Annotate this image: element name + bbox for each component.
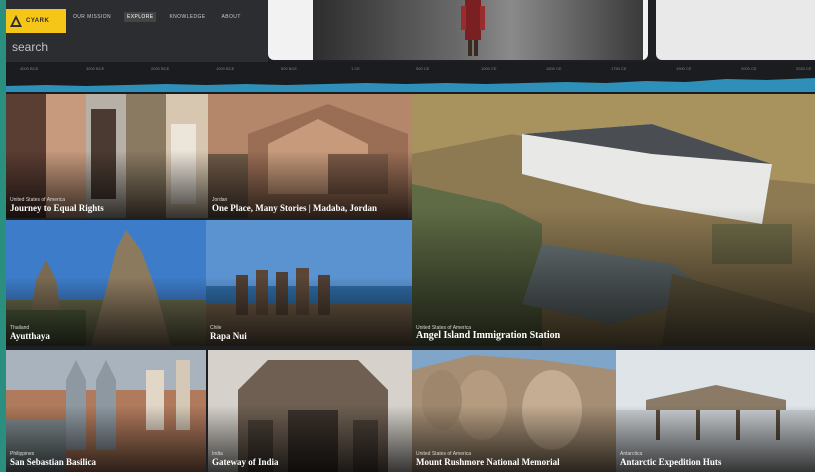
nav-explore[interactable]: EXPLORE xyxy=(124,12,157,22)
timeline-waveform[interactable] xyxy=(6,76,815,92)
site-tile-journey-to-equal-rights[interactable]: United States of America Journey to Equa… xyxy=(6,94,208,218)
timeline[interactable]: 4000 BCE 3000 BCE 2000 BCE 1000 BCE 500 … xyxy=(6,62,815,94)
site-title: Antarctic Expedition Huts xyxy=(620,457,722,467)
site-tile-mount-rushmore[interactable]: United States of America Mount Rushmore … xyxy=(412,350,616,472)
secondary-card[interactable] xyxy=(656,0,815,60)
site-tile-antarctic-huts[interactable]: Antarctica Antarctic Expedition Huts xyxy=(616,350,815,472)
search-input[interactable]: search xyxy=(12,40,48,54)
tile-meta: United States of America Mount Rushmore … xyxy=(416,451,612,467)
tile-meta: Chile Rapa Nui xyxy=(210,325,408,341)
video-thumbnail[interactable] xyxy=(313,0,643,60)
site-tile-ayutthaya[interactable]: Thailand Ayutthaya xyxy=(6,220,206,346)
site-grid: United States of America Journey to Equa… xyxy=(6,94,815,472)
timeline-label: 1900 CE xyxy=(676,66,692,71)
tile-meta: Thailand Ayutthaya xyxy=(10,325,202,341)
timeline-label: 500 BCE xyxy=(281,66,298,71)
site-title: Rapa Nui xyxy=(210,331,247,341)
timeline-label: 1000 BCE xyxy=(216,66,235,71)
timeline-label: 2000 BCE xyxy=(151,66,170,71)
tile-meta: United States of America Journey to Equa… xyxy=(10,197,204,213)
nav-our-mission[interactable]: OUR MISSION xyxy=(70,12,114,22)
site-tile-rapa-nui[interactable]: Chile Rapa Nui xyxy=(206,220,412,346)
tile-meta: United States of America Angel Island Im… xyxy=(416,325,811,341)
cyark-logo[interactable]: CYARK xyxy=(6,9,66,33)
tile-meta: India Gateway of India xyxy=(212,451,408,467)
site-title: Journey to Equal Rights xyxy=(10,203,104,213)
timeline-label: 2020 CE xyxy=(796,66,812,71)
timeline-label: 1 CE xyxy=(351,66,360,71)
site-tile-angel-island[interactable]: United States of America Angel Island Im… xyxy=(412,94,815,346)
nav-knowledge[interactable]: KNOWLEDGE xyxy=(166,12,208,22)
timeline-label: 4000 BCE xyxy=(20,66,39,71)
site-tile-gateway-of-india[interactable]: India Gateway of India xyxy=(208,350,412,472)
tile-meta: Jordan One Place, Many Stories | Madaba,… xyxy=(212,197,408,213)
site-title: One Place, Many Stories | Madaba, Jordan xyxy=(212,203,377,213)
site-title: Mount Rushmore National Memorial xyxy=(416,457,560,467)
site-title: San Sebastian Basilica xyxy=(10,457,97,467)
site-tile-san-sebastian[interactable]: Philippines San Sebastian Basilica xyxy=(6,350,206,472)
timeline-label: 1750 CE xyxy=(611,66,627,71)
featured-video-card[interactable] xyxy=(268,0,648,60)
app-frame: CYARK OUR MISSION EXPLORE KNOWLEDGE ABOU… xyxy=(6,0,815,472)
timeline-label: 3000 BCE xyxy=(86,66,105,71)
site-title: Gateway of India xyxy=(212,457,279,467)
site-tile-madaba[interactable]: Jordan One Place, Many Stories | Madaba,… xyxy=(208,94,412,218)
site-title: Ayutthaya xyxy=(10,331,50,341)
tile-meta: Philippines San Sebastian Basilica xyxy=(10,451,202,467)
timeline-label: 2000 CE xyxy=(741,66,757,71)
main-nav: OUR MISSION EXPLORE KNOWLEDGE ABOUT xyxy=(70,12,244,22)
logo-text: CYARK xyxy=(26,18,50,24)
site-title: Angel Island Immigration Station xyxy=(416,330,561,341)
logo-icon xyxy=(10,15,22,27)
nav-about[interactable]: ABOUT xyxy=(219,12,244,22)
timeline-label: 500 CE xyxy=(416,66,430,71)
timeline-label: 1000 CE xyxy=(481,66,497,71)
tile-meta: Antarctica Antarctic Expedition Huts xyxy=(620,451,811,467)
top-navigation: CYARK OUR MISSION EXPLORE KNOWLEDGE ABOU… xyxy=(6,0,268,62)
timeline-label: 1500 CE xyxy=(546,66,562,71)
person-figure-image xyxy=(461,0,485,56)
